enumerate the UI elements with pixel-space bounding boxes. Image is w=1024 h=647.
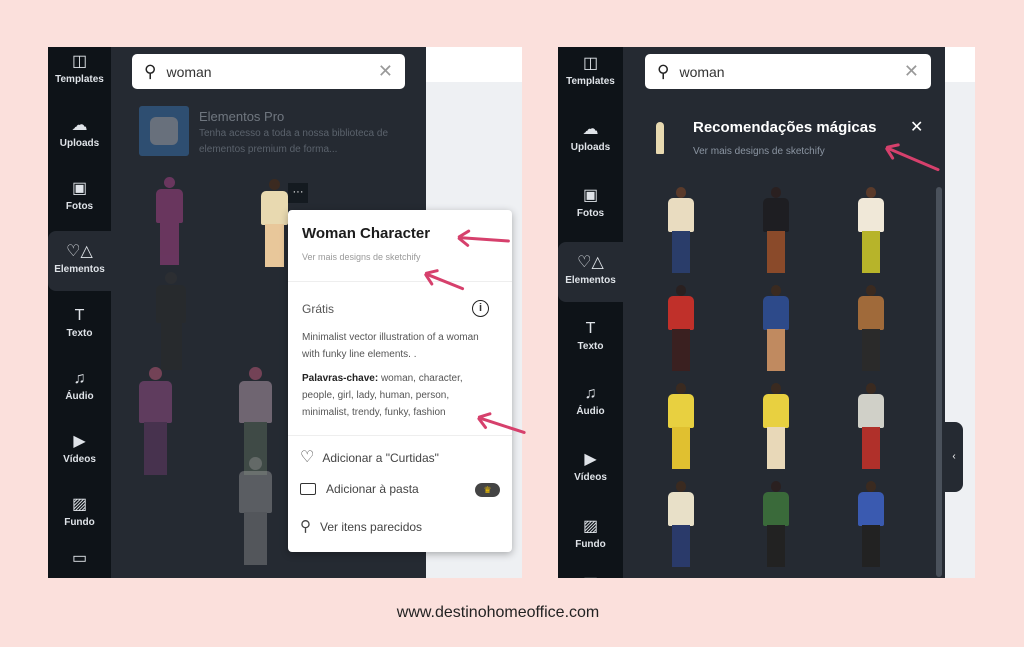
designer-link[interactable]: Ver mais designs de sketchify [693,146,825,157]
sidebar-item-vídeos[interactable]: ▶ Vídeos [48,425,111,477]
popup-keywords: Palavras-chave: woman, character, people… [302,370,497,421]
action-label: Adicionar à pasta [326,482,419,496]
sidebar-item-label: Elementos [54,264,105,275]
right-screenshot: ◫ Templates ☁ Uploads ▣ Fotos ♡△ Elementos T Text… [558,47,975,578]
close-recommendations-icon[interactable]: ✕ [910,117,923,137]
folder-icon [300,483,316,495]
folder-icon: ▭ [558,572,623,578]
collapse-panel-handle[interactable]: ‹ [945,422,963,492]
sidebar-item-templates[interactable]: ◫ Templates [558,47,623,99]
sidebar-item-áudio[interactable]: ♫ Áudio [48,362,111,414]
elements-icon: ♡△ [66,243,93,260]
audio-icon: ♫ [73,370,86,387]
search-icon: ⚲ [300,518,311,535]
audio-icon: ♫ [584,385,597,402]
action-label: Adicionar a "Curtidas" [322,451,439,465]
right-elements-panel: ⚲ woman ✕ Recomendações mágicas ✕ Ver ma… [623,47,945,578]
recommendation-thumb [656,122,664,154]
sidebar-item-fotos[interactable]: ▣ Fotos [558,179,623,231]
sidebar-item-folder[interactable]: ▭ [48,550,111,571]
sidebar-item-vídeos[interactable]: ▶ Vídeos [558,443,623,495]
template-icon: ◫ [71,53,88,70]
sidebar-item-texto[interactable]: T Texto [48,299,111,351]
sidebar-item-uploads[interactable]: ☁ Uploads [48,109,111,161]
right-sidebar: ◫ Templates ☁ Uploads ▣ Fotos ♡△ Elementos T Text… [558,47,623,578]
search-input[interactable]: ⚲ woman ✕ [645,54,931,89]
sidebar-item-label: Fundo [64,517,95,528]
sidebar-item-elementos[interactable]: ♡△ Elementos [558,242,623,302]
crown-badge-icon: ♛ [475,483,500,497]
divider [288,435,512,436]
sidebar-item-label: Templates [55,74,104,85]
background-icon: ▨ [582,518,599,535]
canvas-top-bar [945,47,975,82]
add-to-folder-button[interactable]: Adicionar à pasta ♛ [300,482,500,497]
background-icon: ▨ [71,496,88,513]
sidebar-item-folder[interactable]: ▭ [558,572,623,578]
popup-description: Minimalist vector illustration of a woma… [302,332,479,360]
keywords-label: Palavras-chave: [302,373,379,384]
sidebar-item-label: Fotos [576,208,605,219]
sidebar-item-templates[interactable]: ◫ Templates [48,47,111,97]
sidebar-item-label: Áudio [65,391,94,402]
recommendations-title: Recomendações mágicas [693,119,877,136]
folder-icon: ▭ [71,550,88,567]
sidebar-item-fundo[interactable]: ▨ Fundo [48,488,111,540]
text-icon: T [585,320,596,337]
photo-icon: ▣ [582,187,599,204]
sidebar-item-label: Templates [566,76,615,87]
video-icon: ▶ [584,451,597,468]
sidebar-item-fundo[interactable]: ▨ Fundo [558,510,623,562]
action-label: Ver itens parecidos [320,520,423,534]
clear-search-icon[interactable]: ✕ [904,61,919,82]
sidebar-item-uploads[interactable]: ☁ Uploads [558,113,623,165]
footer-url: www.destinohomeoffice.com [396,604,600,621]
search-icon: ⚲ [657,61,670,81]
text-icon: T [74,307,85,324]
sidebar-item-label: Texto [577,341,604,352]
sidebar-item-texto[interactable]: T Texto [558,312,623,364]
sidebar-item-label: Fotos [65,201,94,212]
sidebar-item-label: Uploads [59,138,100,149]
sidebar-item-label: Fundo [575,539,606,550]
sidebar-item-label: Vídeos [63,454,96,465]
photo-icon: ▣ [71,180,88,197]
video-icon: ▶ [73,433,86,450]
info-icon[interactable]: i [472,300,489,317]
sidebar-item-label: Uploads [570,142,611,153]
add-to-likes-button[interactable]: ♡ Adicionar a "Curtidas" [300,447,439,467]
designer-link[interactable]: Ver mais designs de sketchify [302,252,421,262]
elements-icon: ♡△ [577,254,604,271]
popup-title: Woman Character [302,225,431,242]
template-icon: ◫ [582,55,599,72]
canvas-top-bar [426,47,522,82]
sidebar-item-elementos[interactable]: ♡△ Elementos [48,231,111,291]
sidebar-item-label: Vídeos [574,472,607,483]
scrollbar[interactable] [936,187,942,577]
sidebar-item-label: Texto [66,328,93,339]
sidebar-item-áudio[interactable]: ♫ Áudio [558,377,623,429]
heart-icon: ♡ [300,449,315,466]
divider [288,281,512,282]
sidebar-item-fotos[interactable]: ▣ Fotos [48,172,111,224]
price-label: Grátis [302,302,335,316]
upload-icon: ☁ [71,117,88,134]
see-similar-button[interactable]: ⚲ Ver itens parecidos [300,517,422,535]
left-sidebar: ◫ Templates ☁ Uploads ▣ Fotos ♡△ Elementos T Text… [48,47,111,578]
sidebar-item-label: Elementos [565,275,616,286]
sidebar-item-label: Áudio [576,406,605,417]
search-value: woman [679,63,725,80]
upload-icon: ☁ [582,121,599,138]
element-info-popup: Woman Character Ver mais designs de sket… [288,210,512,552]
